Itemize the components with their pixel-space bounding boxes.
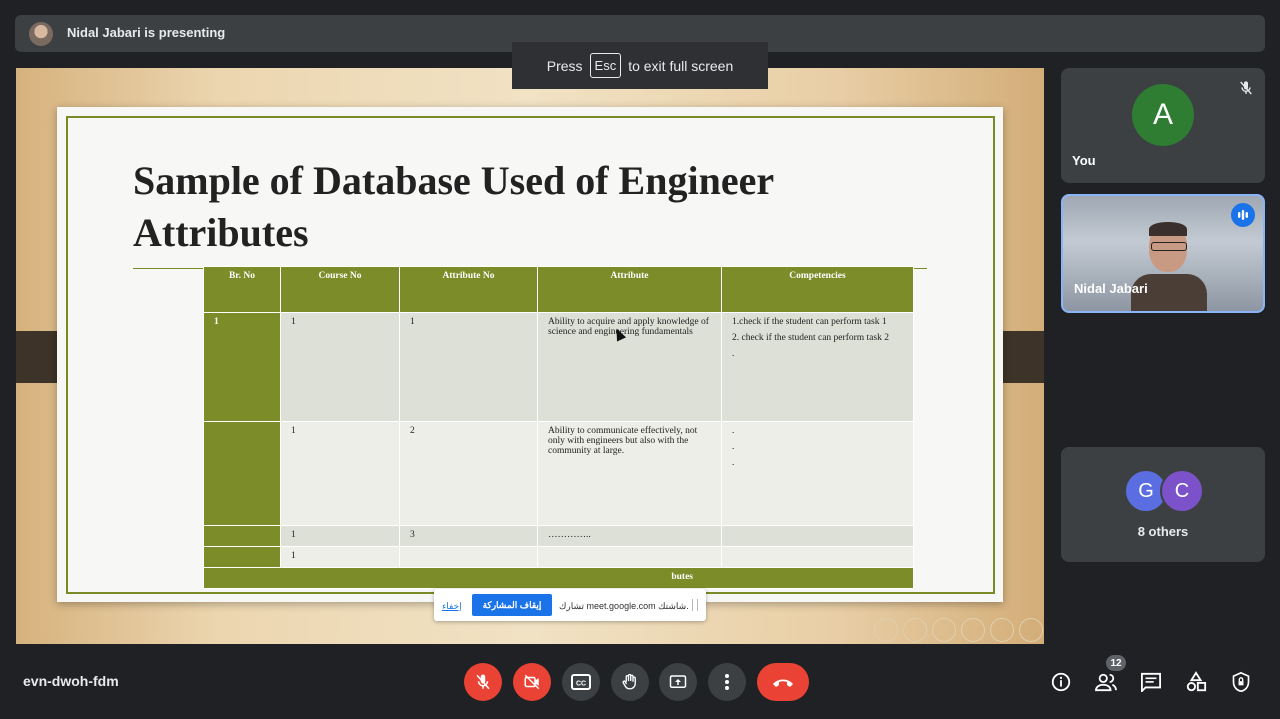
camera-off-icon bbox=[524, 674, 540, 690]
cell-competencies bbox=[721, 525, 914, 547]
participant-name: Nidal Jabari bbox=[1074, 281, 1148, 296]
cell-br bbox=[203, 525, 281, 547]
participant-name: You bbox=[1072, 153, 1096, 168]
slide-prev-icon[interactable] bbox=[874, 618, 898, 642]
participant-tile-you[interactable]: A You bbox=[1061, 68, 1265, 183]
avatar: A bbox=[1132, 84, 1194, 146]
table-footer-row: butes bbox=[203, 567, 914, 589]
hide-share-banner-link[interactable]: إخفاء bbox=[442, 601, 462, 612]
captions-icon: CC bbox=[571, 674, 591, 690]
table-row: 1 2 Ability to communicate effectively, … bbox=[203, 421, 914, 526]
competency-line: . bbox=[732, 442, 735, 452]
fullscreen-hint: Press Esc to exit full screen bbox=[512, 42, 768, 89]
cell-course: 1 bbox=[280, 546, 400, 568]
camera-toggle-button[interactable] bbox=[513, 663, 551, 701]
present-screen-button[interactable] bbox=[659, 663, 697, 701]
competency-line: 1.check if the student can perform task … bbox=[732, 317, 887, 327]
hangup-icon bbox=[773, 679, 793, 687]
cell-course: 1 bbox=[280, 421, 400, 526]
cell-br bbox=[203, 546, 281, 568]
cell-attribute bbox=[537, 546, 722, 568]
header-competencies: Competencies bbox=[721, 266, 914, 313]
table-row: 1 1 1 Ability to acquire and apply knowl… bbox=[203, 312, 914, 422]
activities-icon bbox=[1186, 671, 1207, 692]
leave-call-button[interactable] bbox=[757, 663, 809, 701]
cell-br bbox=[203, 421, 281, 526]
cell-attribute: Ability to acquire and apply knowledge o… bbox=[537, 312, 722, 422]
shield-lock-icon bbox=[1232, 671, 1250, 693]
meeting-details-button[interactable] bbox=[1046, 667, 1076, 697]
drag-handle-icon[interactable] bbox=[692, 599, 698, 611]
cell-course: 1 bbox=[280, 312, 400, 422]
more-options-button[interactable] bbox=[708, 663, 746, 701]
raise-hand-button[interactable] bbox=[611, 663, 649, 701]
host-controls-button[interactable] bbox=[1226, 667, 1256, 697]
slide-view-icon[interactable] bbox=[932, 618, 956, 642]
activities-button[interactable] bbox=[1181, 667, 1211, 697]
slide-more-icon[interactable] bbox=[990, 618, 1014, 642]
attributes-table: Br. No Course No Attribute No Attribute … bbox=[203, 266, 914, 589]
presenting-label: Nidal Jabari is presenting bbox=[67, 25, 226, 40]
share-message: تشارك meet.google.com شاشتك. bbox=[559, 601, 689, 611]
participant-count-badge: 12 bbox=[1106, 655, 1126, 671]
cell-competencies: 1.check if the student can perform task … bbox=[721, 312, 914, 422]
captions-button[interactable]: CC bbox=[562, 663, 600, 701]
competency-line: 2. check if the student can perform task… bbox=[732, 333, 889, 343]
table-footer: butes bbox=[203, 567, 914, 589]
header-attribute: Attribute bbox=[537, 266, 722, 313]
cell-competencies bbox=[721, 546, 914, 568]
mic-toggle-button[interactable] bbox=[464, 663, 502, 701]
participant-tile-others[interactable]: G C 8 others bbox=[1061, 447, 1265, 562]
cell-course: 1 bbox=[280, 525, 400, 547]
cell-competencies: . . . bbox=[721, 421, 914, 526]
header-br-no: Br. No bbox=[203, 266, 281, 313]
people-button[interactable] bbox=[1091, 667, 1121, 697]
table-row: 1 3 ………….. bbox=[203, 525, 914, 547]
cell-attr-no bbox=[399, 546, 538, 568]
cell-attr-no: 1 bbox=[399, 312, 538, 422]
screen-share-banner: إخفاء إيقاف المشاركة تشارك meet.google.c… bbox=[434, 589, 706, 621]
participant-tile-presenter[interactable]: Nidal Jabari bbox=[1061, 194, 1265, 313]
table-row: 1 bbox=[203, 546, 914, 568]
mic-off-icon bbox=[1235, 77, 1257, 99]
chat-icon bbox=[1141, 672, 1161, 692]
slide-title: Sample of Database Used of Engineer Attr… bbox=[133, 158, 774, 255]
header-course-no: Course No bbox=[280, 266, 400, 313]
mic-off-icon bbox=[476, 674, 490, 690]
meeting-code: evn-dwoh-fdm bbox=[23, 673, 119, 689]
fullscreen-hint-after: to exit full screen bbox=[628, 57, 734, 74]
table-header-row: Br. No Course No Attribute No Attribute … bbox=[203, 266, 914, 313]
slide: Sample of Database Used of Engineer Attr… bbox=[57, 107, 1003, 621]
others-count-label: 8 others bbox=[1137, 524, 1189, 539]
presenter-video bbox=[1131, 218, 1207, 311]
speaking-indicator-icon bbox=[1231, 203, 1255, 227]
present-icon bbox=[669, 675, 687, 688]
info-icon bbox=[1051, 672, 1071, 692]
presentation-stage: Sample of Database Used of Engineer Attr… bbox=[16, 68, 1044, 644]
slide-pen-icon[interactable] bbox=[961, 618, 985, 642]
slide-zoom-icon[interactable] bbox=[903, 618, 927, 642]
people-icon bbox=[1095, 673, 1117, 692]
competency-line: . bbox=[732, 349, 735, 359]
slide-controls bbox=[874, 618, 1043, 642]
slide-next-icon[interactable] bbox=[1019, 618, 1043, 642]
stop-sharing-button[interactable]: إيقاف المشاركة bbox=[472, 594, 552, 616]
cell-attr-no: 2 bbox=[399, 421, 538, 526]
fullscreen-hint-before: Press bbox=[546, 57, 583, 74]
hand-icon bbox=[622, 673, 636, 690]
cell-br: 1 bbox=[203, 312, 281, 422]
cell-attr-no: 3 bbox=[399, 525, 538, 547]
esc-key: Esc bbox=[589, 53, 622, 78]
avatar: C bbox=[1160, 469, 1204, 513]
more-vert-icon bbox=[725, 674, 729, 690]
cell-attribute: Ability to communicate effectively, not … bbox=[537, 421, 722, 526]
cc-label: CC bbox=[576, 681, 586, 688]
competency-line: . bbox=[732, 426, 735, 436]
presenter-avatar bbox=[29, 22, 53, 46]
chat-button[interactable] bbox=[1136, 667, 1166, 697]
header-attribute-no: Attribute No bbox=[399, 266, 538, 313]
competency-line: . bbox=[732, 458, 735, 468]
cell-attribute: ………….. bbox=[537, 525, 722, 547]
